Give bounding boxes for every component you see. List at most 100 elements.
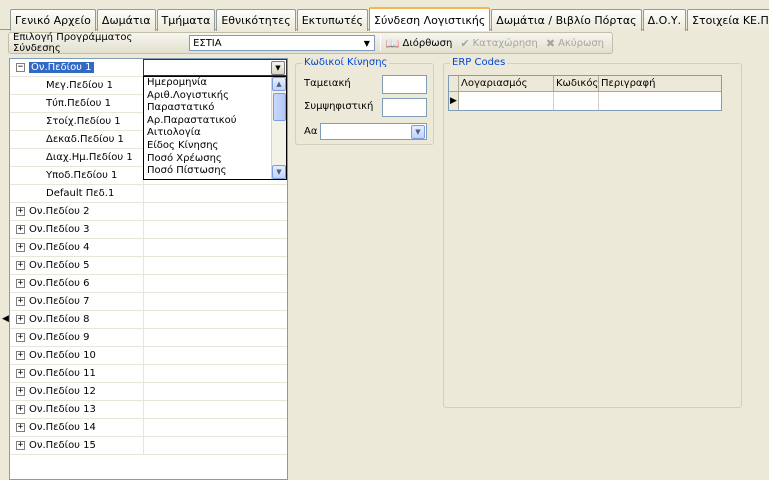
tree-row[interactable]: + Ον.Πεδίου 14	[10, 419, 287, 437]
cash-field[interactable]	[382, 75, 427, 94]
field-dropdown-list[interactable]: Ημερομηνία Αριθ.Λογιστικής Παραστατικό Αρ.Π…	[143, 76, 287, 180]
chevron-down-icon[interactable]: ▼	[271, 60, 285, 75]
expand-icon[interactable]: +	[16, 441, 25, 450]
tree-row-label-cell[interactable]: + Ον.Πεδίου 2	[10, 203, 143, 220]
tree-row-value-cell[interactable]	[143, 203, 287, 220]
tree-row-label-cell[interactable]: + Ον.Πεδίου 9	[10, 329, 143, 346]
splitter-arrow-icon[interactable]: ◀	[2, 314, 9, 324]
offset-field[interactable]	[382, 98, 427, 117]
tree-row-label-cell[interactable]: + Ον.Πεδίου 15	[10, 437, 143, 454]
tree-row-value-cell[interactable]	[143, 239, 287, 256]
tree-row-value-cell[interactable]	[143, 383, 287, 400]
grid-cell[interactable]	[459, 92, 554, 110]
tab-2[interactable]: Τμήματα	[156, 9, 216, 31]
save-button[interactable]: ✔ Καταχώρηση	[460, 37, 538, 50]
tree-row-label-cell[interactable]: + Ον.Πεδίου 4	[10, 239, 143, 256]
chevron-down-icon[interactable]: ▼	[360, 36, 374, 50]
tree-row[interactable]: + Ον.Πεδίου 6	[10, 275, 287, 293]
tree-row-label-cell[interactable]: Δεκαδ.Πεδίου 1	[10, 131, 143, 148]
tree-row-label-cell[interactable]: Μεγ.Πεδίου 1	[10, 77, 143, 94]
column-header-account[interactable]: Λογαριασμός	[459, 76, 554, 92]
expand-icon[interactable]: +	[16, 279, 25, 288]
column-header-code[interactable]: Κωδικός	[554, 76, 599, 92]
expand-icon[interactable]: +	[16, 351, 25, 360]
erp-grid[interactable]: Λογαριασμός Κωδικός Περιγραφή ▶	[448, 75, 722, 111]
tree-row-label-cell[interactable]: + Ον.Πεδίου 8	[10, 311, 143, 328]
tab-4[interactable]: Εκτυπωτές	[296, 9, 368, 31]
tree-row[interactable]: + Ον.Πεδίου 11	[10, 365, 287, 383]
grid-cell[interactable]	[599, 92, 721, 110]
tree-row-value-cell[interactable]	[143, 437, 287, 454]
tree-row[interactable]: + Ον.Πεδίου 15	[10, 437, 287, 455]
program-select[interactable]: ΕΣΤΙΑ ▼	[189, 35, 375, 51]
dropdown-option[interactable]: Αιτιολογία	[144, 127, 286, 140]
scroll-up-icon[interactable]: ▲	[272, 77, 286, 91]
tree-row[interactable]: + Ον.Πεδίου 8	[10, 311, 287, 329]
expand-icon[interactable]: +	[16, 387, 25, 396]
tree-row-label-cell[interactable]: Υποδ.Πεδίου 1	[10, 167, 143, 184]
tab-3[interactable]: Εθνικότητες	[216, 9, 296, 31]
tree-row-value-cell[interactable]	[143, 185, 287, 202]
tree-row-value-cell[interactable]	[143, 275, 287, 292]
tree-row[interactable]: Default Πεδ.1	[10, 185, 287, 203]
tree-row-value-cell[interactable]	[143, 257, 287, 274]
tab-0[interactable]: Γενικό Αρχείο	[10, 9, 96, 31]
expand-icon[interactable]: +	[16, 261, 25, 270]
tab-1[interactable]: Δωμάτια	[96, 9, 156, 31]
tree-row-label-cell[interactable]: + Ον.Πεδίου 10	[10, 347, 143, 364]
expand-icon[interactable]: +	[16, 369, 25, 378]
dropdown-scrollbar[interactable]: ▲ ▼	[271, 77, 286, 179]
expand-icon[interactable]: +	[16, 243, 25, 252]
tree-row-label-cell[interactable]: + Ον.Πεδίου 14	[10, 419, 143, 436]
tree-row-label-cell[interactable]: + Ον.Πεδίου 11	[10, 365, 143, 382]
tree-row-value-cell[interactable]	[143, 347, 287, 364]
grid-cell[interactable]	[554, 92, 599, 110]
expand-icon[interactable]: +	[16, 225, 25, 234]
tree-row[interactable]: − Ον.Πεδίου 1 ▼	[10, 59, 287, 77]
tab-6[interactable]: Δωμάτια / Βιβλίο Πόρτας	[491, 9, 642, 31]
tree-row-value-cell[interactable]	[143, 293, 287, 310]
expand-icon[interactable]: +	[16, 207, 25, 216]
chevron-down-icon[interactable]: ▼	[411, 124, 425, 139]
cancel-button[interactable]: ✖ Ακύρωση	[546, 37, 604, 50]
tree-row[interactable]: + Ον.Πεδίου 4	[10, 239, 287, 257]
tree-row-value-cell[interactable]	[143, 221, 287, 238]
column-header-description[interactable]: Περιγραφή	[599, 76, 721, 92]
tab-8[interactable]: Στοιχεία ΚΕ.Π.Υ.Ο.	[687, 9, 769, 31]
tree-row-label-cell[interactable]: + Ον.Πεδίου 13	[10, 401, 143, 418]
tree-row[interactable]: + Ον.Πεδίου 9	[10, 329, 287, 347]
tree-row[interactable]: + Ον.Πεδίου 3	[10, 221, 287, 239]
tab-7[interactable]: Δ.Ο.Υ.	[642, 9, 687, 31]
tree-row-label-cell[interactable]: + Ον.Πεδίου 5	[10, 257, 143, 274]
dropdown-option[interactable]: Ποσό Πίστωσης	[144, 165, 286, 178]
tree-row[interactable]: + Ον.Πεδίου 13	[10, 401, 287, 419]
edit-button[interactable]: 📖 Διόρθωση	[386, 37, 453, 50]
tree-row-label-cell[interactable]: Τύπ.Πεδίου 1	[10, 95, 143, 112]
expand-icon[interactable]: +	[16, 423, 25, 432]
expand-icon[interactable]: +	[16, 297, 25, 306]
table-row[interactable]: ▶	[449, 92, 721, 110]
tree-row-label-cell[interactable]: + Ον.Πεδίου 12	[10, 383, 143, 400]
tree-row-label-cell[interactable]: + Ον.Πεδίου 6	[10, 275, 143, 292]
expand-icon[interactable]: +	[16, 405, 25, 414]
dropdown-option[interactable]: Αριθ.Λογιστικής	[144, 90, 286, 103]
tree-row-label-cell[interactable]: Διαχ.Ημ.Πεδίου 1	[10, 149, 143, 166]
tree-row-value-cell[interactable]	[143, 365, 287, 382]
tree-row-label-cell[interactable]: Default Πεδ.1	[10, 185, 143, 202]
dropdown-option[interactable]: Παραστατικό	[144, 102, 286, 115]
expand-icon[interactable]: +	[16, 333, 25, 342]
dropdown-option[interactable]: Ποσό Χρέωσης	[144, 153, 286, 166]
aa-select[interactable]: ▼	[320, 123, 427, 140]
tree-row[interactable]: + Ον.Πεδίου 12	[10, 383, 287, 401]
tree-row-value-cell[interactable]	[143, 419, 287, 436]
tree-row[interactable]: + Ον.Πεδίου 10	[10, 347, 287, 365]
tree-row-label-cell[interactable]: + Ον.Πεδίου 7	[10, 293, 143, 310]
dropdown-option[interactable]: Αρ.Παραστατικού	[144, 115, 286, 128]
tab-5[interactable]: Σύνδεση Λογιστικής	[369, 7, 491, 31]
scrollbar-thumb[interactable]	[273, 93, 286, 121]
tree-row-value-cell[interactable]	[143, 401, 287, 418]
tree-row[interactable]: + Ον.Πεδίου 7	[10, 293, 287, 311]
tree-row[interactable]: + Ον.Πεδίου 5	[10, 257, 287, 275]
tree-row-label-cell[interactable]: Στοίχ.Πεδίου 1	[10, 113, 143, 130]
dropdown-option[interactable]: Είδος Κίνησης	[144, 140, 286, 153]
